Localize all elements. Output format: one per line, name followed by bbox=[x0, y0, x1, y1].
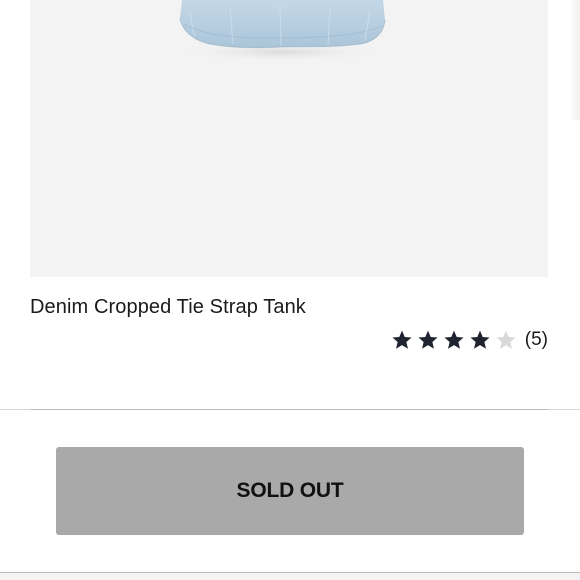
star-filled-icon bbox=[417, 329, 439, 351]
product-image[interactable] bbox=[30, 0, 548, 277]
bottom-bar-edge bbox=[0, 573, 580, 580]
sold-out-button[interactable]: SOLD OUT bbox=[56, 447, 524, 535]
next-product-card-edge bbox=[571, 0, 580, 120]
product-title[interactable]: Denim Cropped Tie Strap Tank bbox=[30, 296, 306, 319]
product-rating[interactable]: (5) bbox=[391, 326, 548, 354]
star-empty-icon bbox=[495, 329, 517, 351]
review-count[interactable]: (5) bbox=[525, 329, 548, 351]
star-filled-icon bbox=[391, 329, 413, 351]
section-divider-inner bbox=[30, 409, 548, 410]
star-filled-icon bbox=[469, 329, 491, 351]
rating-stars bbox=[391, 329, 521, 351]
denim-tank-photo bbox=[172, 0, 392, 62]
star-filled-icon bbox=[443, 329, 465, 351]
product-page: Denim Cropped Tie Strap Tank (5) SOLD OU… bbox=[0, 0, 580, 580]
